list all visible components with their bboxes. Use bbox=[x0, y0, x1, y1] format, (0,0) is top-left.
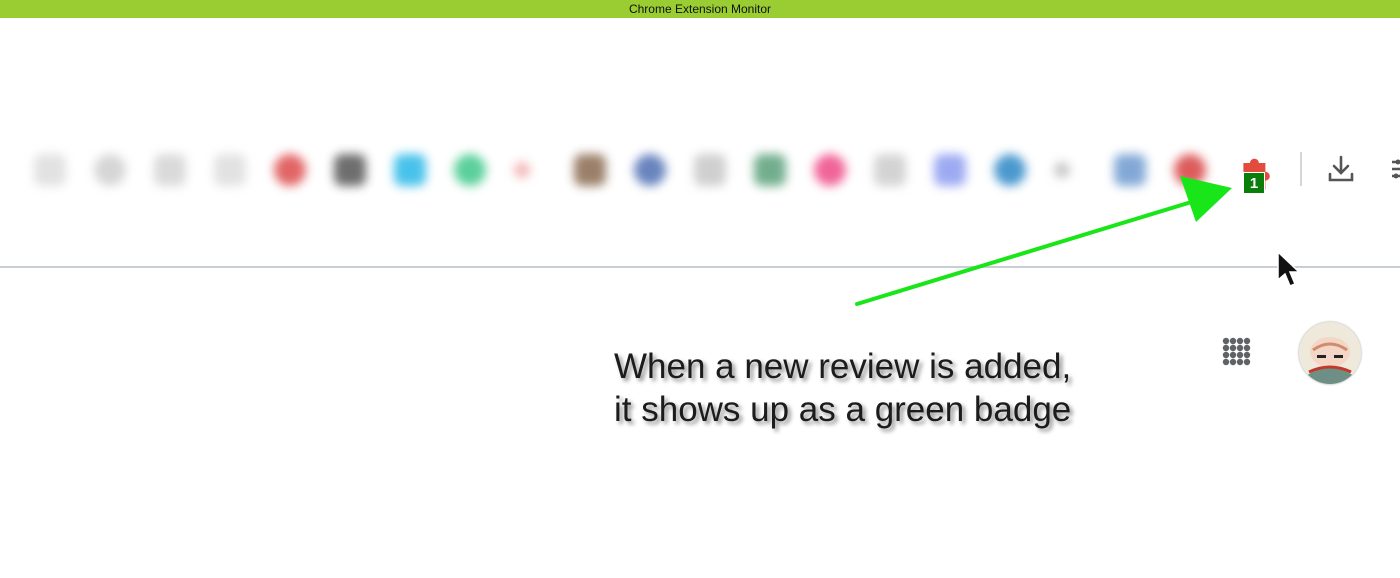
blurred-extension-icon[interactable] bbox=[694, 154, 726, 186]
window-title: Chrome Extension Monitor bbox=[628, 2, 772, 16]
blurred-extension-icon[interactable] bbox=[94, 154, 126, 186]
caption-line-1: When a new review is added, bbox=[614, 347, 1072, 386]
blurred-extension-icon[interactable] bbox=[754, 154, 786, 186]
avatar-image bbox=[1299, 322, 1361, 384]
window-title-bar: Chrome Extension Monitor bbox=[0, 0, 1400, 18]
blurred-extension-icon[interactable] bbox=[394, 154, 426, 186]
apps-grid-icon bbox=[1222, 337, 1251, 366]
blurred-extension-icon[interactable] bbox=[1114, 154, 1146, 186]
blurred-extension-icon[interactable] bbox=[514, 162, 530, 178]
blurred-extension-icon[interactable] bbox=[574, 154, 606, 186]
blurred-extension-icon[interactable] bbox=[1174, 154, 1206, 186]
blurred-extension-icon[interactable] bbox=[34, 154, 66, 186]
menu-icon bbox=[1392, 159, 1400, 179]
download-icon bbox=[1328, 155, 1354, 182]
blurred-extension-icon[interactable] bbox=[214, 154, 246, 186]
blurred-extension-icon[interactable] bbox=[934, 154, 966, 186]
toolbar-separator bbox=[1300, 152, 1302, 186]
blurred-extensions-strip bbox=[20, 140, 1217, 200]
downloads-button[interactable] bbox=[1324, 152, 1358, 186]
blurred-extension-icon[interactable] bbox=[1054, 162, 1070, 178]
browser-toolbar bbox=[20, 140, 1400, 200]
blurred-extension-icon[interactable] bbox=[454, 154, 486, 186]
annotation-caption: When a new review is added, it shows up … bbox=[614, 345, 1134, 431]
blurred-extension-icon[interactable] bbox=[154, 154, 186, 186]
user-avatar[interactable] bbox=[1299, 322, 1361, 384]
blurred-extension-icon[interactable] bbox=[874, 154, 906, 186]
blurred-extension-icon[interactable] bbox=[994, 154, 1026, 186]
browser-menu-button[interactable] bbox=[1386, 154, 1400, 184]
mouse-cursor-icon bbox=[1277, 250, 1301, 287]
blurred-extension-icon[interactable] bbox=[634, 154, 666, 186]
annotation-arrow bbox=[855, 176, 1232, 306]
blurred-extension-icon[interactable] bbox=[334, 154, 366, 186]
blurred-extension-icon[interactable] bbox=[814, 154, 846, 186]
caption-line-2: it shows up as a green badge bbox=[614, 390, 1072, 429]
toolbar-divider bbox=[0, 266, 1400, 268]
blurred-extension-icon[interactable] bbox=[274, 154, 306, 186]
apps-grid-button[interactable] bbox=[1218, 333, 1258, 373]
new-review-badge: 1 bbox=[1243, 172, 1265, 194]
